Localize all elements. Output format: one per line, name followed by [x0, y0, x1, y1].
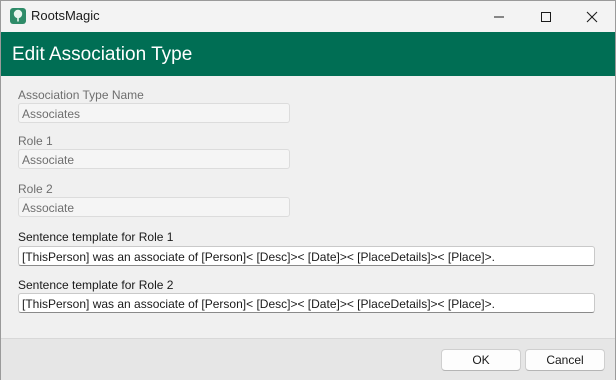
role1-field[interactable]: Associate [18, 149, 290, 169]
role2-label: Role 2 [18, 182, 53, 196]
role2-field[interactable]: Associate [18, 197, 290, 217]
type-name-field[interactable]: Associates [18, 103, 290, 123]
template1-field[interactable]: [ThisPerson] was an associate of [Person… [18, 246, 595, 266]
close-button[interactable] [569, 1, 615, 32]
dialog-header: Edit Association Type [1, 32, 615, 76]
close-icon [586, 11, 598, 22]
tree-icon [10, 8, 26, 24]
role1-label: Role 1 [18, 134, 53, 148]
template2-label: Sentence template for Role 2 [18, 278, 174, 292]
dialog-title: Edit Association Type [12, 44, 193, 65]
template1-label: Sentence template for Role 1 [18, 230, 174, 244]
title-bar: RootsMagic [1, 1, 615, 32]
app-title: RootsMagic [31, 8, 100, 23]
template2-field[interactable]: [ThisPerson] was an associate of [Person… [18, 293, 595, 313]
dialog-window: RootsMagic Edit Association Type Associa… [0, 0, 616, 380]
minimize-button[interactable] [476, 1, 522, 32]
button-bar: OK Cancel [1, 338, 615, 380]
type-name-label: Association Type Name [18, 88, 144, 102]
maximize-button[interactable] [523, 1, 569, 32]
form-area: Association Type Name Associates Role 1 … [1, 76, 615, 338]
minimize-icon [494, 16, 504, 17]
cancel-button[interactable]: Cancel [525, 349, 605, 371]
maximize-icon [541, 11, 551, 22]
ok-button[interactable]: OK [441, 349, 521, 371]
